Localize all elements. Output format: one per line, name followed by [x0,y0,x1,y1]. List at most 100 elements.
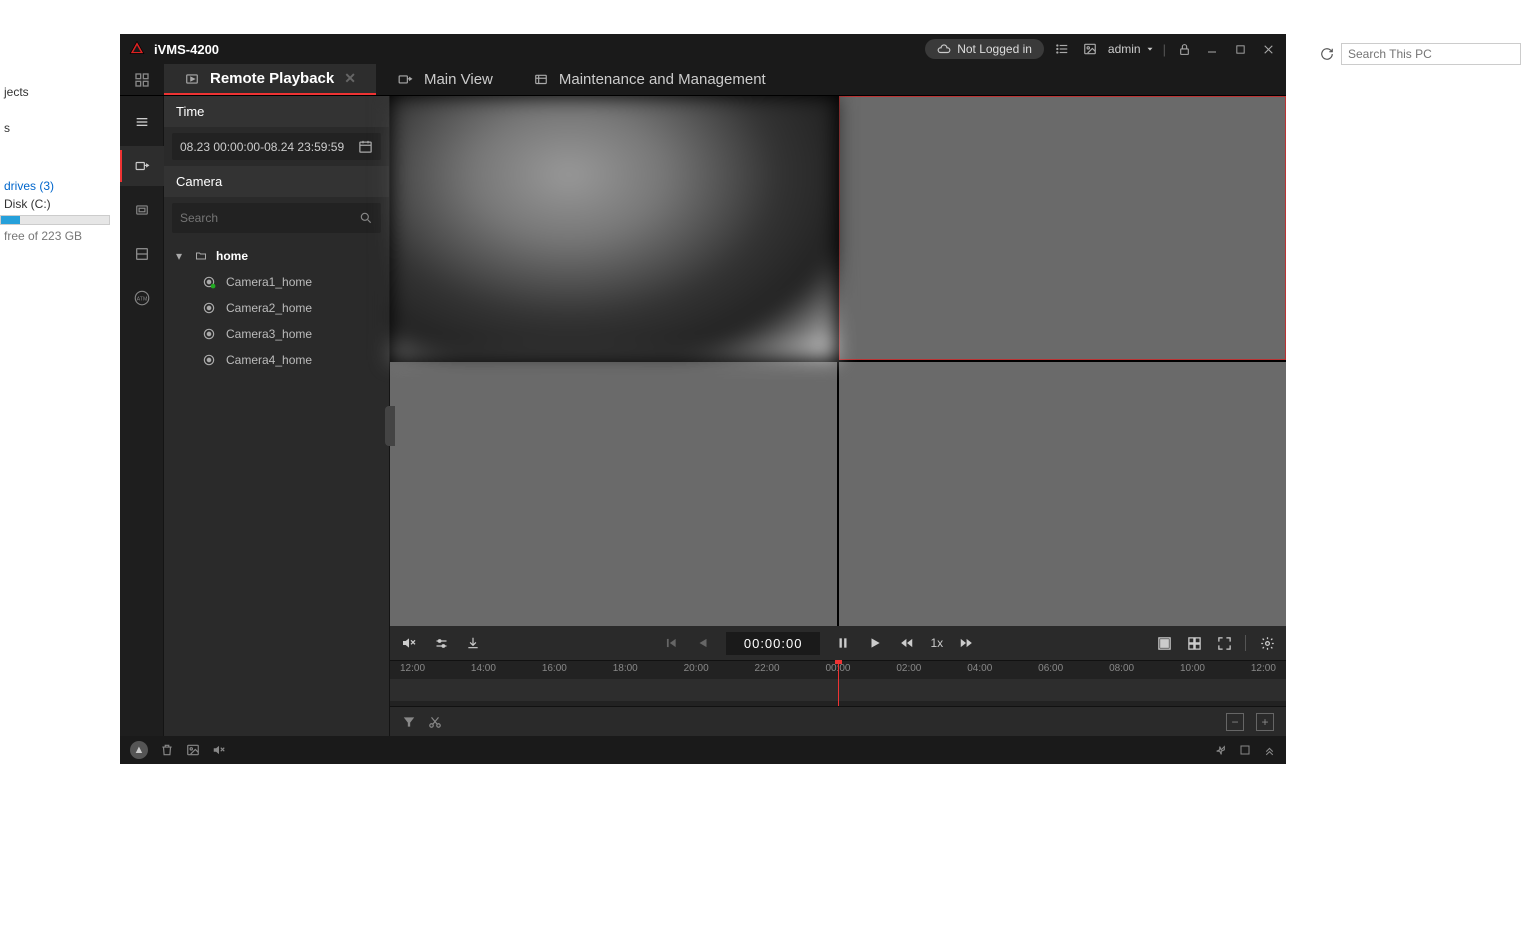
tab-label: Remote Playback [210,70,334,87]
clip-icon[interactable] [428,715,442,729]
tab-bar: Remote Playback ✕ Main View Maintenance … [120,64,1286,96]
ivms-app-window: iVMS-4200 Not Logged in admin | [120,34,1286,764]
left-rail: ATM [120,96,164,736]
camera-icon [202,275,216,289]
login-status-pill[interactable]: Not Logged in [925,39,1044,59]
speed-label[interactable]: 1x [930,636,943,650]
fullscreen-icon[interactable] [1215,634,1233,652]
camera-tree: ▾ home Camera1_home Camera2_home Camera3_h… [164,239,389,377]
timecode-display: 00:00:00 [726,632,821,655]
timeline-tick: 06:00 [1038,663,1063,674]
titlebar: iVMS-4200 Not Logged in admin | [120,34,1286,64]
video-pane-4[interactable] [839,362,1286,626]
download-icon[interactable] [464,634,482,652]
timeline-tick: 22:00 [755,663,780,674]
timeline-cursor[interactable] [838,661,839,706]
rail-atm-icon[interactable]: ATM [120,278,164,318]
camera-section-title: Camera [164,166,389,197]
grid-view-icon[interactable] [1185,634,1203,652]
zoom-out-icon[interactable]: − [1226,713,1244,731]
collapse-icon[interactable] [1263,744,1276,757]
trash-icon[interactable] [160,743,174,757]
apps-grid-icon[interactable] [120,64,164,95]
window-icon[interactable] [1239,744,1251,756]
tab-maintenance[interactable]: Maintenance and Management [513,64,786,95]
play-icon[interactable] [866,634,884,652]
explorer-search-input[interactable] [1341,43,1521,65]
alert-icon[interactable]: ▲ [130,741,148,759]
timeline-tick: 04:00 [967,663,992,674]
video-pane-1[interactable] [390,96,837,360]
explorer-item[interactable]: s [0,119,120,137]
rewind-icon[interactable] [898,634,916,652]
time-section-title: Time [164,96,389,127]
zoom-in-icon[interactable]: + [1256,713,1274,731]
camera-item[interactable]: Camera3_home [200,321,381,347]
user-menu[interactable]: admin [1108,42,1155,56]
gear-icon[interactable] [1258,634,1276,652]
explorer-remnant: jects s drives (3) Disk (C:) free of 223… [0,28,120,245]
camera-item[interactable]: Camera1_home [200,269,381,295]
tab-close-icon[interactable]: ✕ [344,70,356,87]
app-logo-icon [128,40,146,58]
explorer-toolbar [1319,40,1531,68]
rail-storage-icon[interactable] [120,234,164,274]
minimize-icon[interactable] [1202,39,1222,59]
timeline-tick: 12:00 [400,663,425,674]
play-reverse-icon[interactable] [694,634,712,652]
drives-header[interactable]: drives (3) [0,177,120,195]
pin-icon[interactable] [1214,744,1227,757]
list-icon[interactable] [1052,39,1072,59]
tab-remote-playback[interactable]: Remote Playback ✕ [164,64,376,95]
frame-prev-icon[interactable] [662,634,680,652]
folder-icon [194,250,208,262]
camera-icon [202,353,216,367]
video-pane-2[interactable] [839,96,1286,360]
rail-hamburger-icon[interactable] [120,102,164,142]
lock-icon[interactable] [1174,39,1194,59]
disk-label[interactable]: Disk (C:) [0,195,120,213]
sliders-icon[interactable] [432,634,450,652]
panel-drag-handle[interactable] [385,406,395,446]
camera-label: Camera1_home [226,275,312,289]
search-icon[interactable] [359,211,373,225]
camera-label: Camera3_home [226,327,312,341]
disk-free: free of 223 GB [0,227,120,245]
content-area: 00:00:00 1x [390,96,1286,736]
rail-camera-icon[interactable] [120,146,164,186]
picture-icon[interactable] [186,743,200,757]
camera-label: Camera2_home [226,301,312,315]
tab-main-view[interactable]: Main View [376,64,513,95]
pause-icon[interactable] [834,634,852,652]
refresh-icon[interactable] [1319,46,1335,62]
time-range-row: 08.23 00:00:00-08.24 23:59:59 [172,133,381,160]
timeline-toolbar: − + [390,706,1286,736]
image-icon[interactable] [1080,39,1100,59]
playback-controls: 00:00:00 1x [390,626,1286,660]
camera-icon [202,327,216,341]
video-pane-3[interactable] [390,362,837,626]
login-status-text: Not Logged in [957,42,1032,56]
camera-item[interactable]: Camera4_home [200,347,381,373]
rail-event-icon[interactable] [120,190,164,230]
camera-label: Camera4_home [226,353,312,367]
calendar-icon[interactable] [358,139,373,154]
camera-item[interactable]: Camera2_home [200,295,381,321]
timeline-tick: 14:00 [471,663,496,674]
sound-off-icon[interactable] [212,743,226,757]
explorer-item[interactable]: jects [0,83,120,101]
fastforward-icon[interactable] [957,634,975,652]
mute-icon[interactable] [400,634,418,652]
filter-icon[interactable] [402,715,416,729]
close-icon[interactable] [1258,39,1278,59]
timeline[interactable]: 12:0014:0016:0018:0020:0022:0000:0002:00… [390,660,1286,706]
camera-search-input[interactable] [180,211,359,225]
single-view-icon[interactable] [1155,634,1173,652]
camera-icon [202,301,216,315]
timeline-tick: 16:00 [542,663,567,674]
timeline-tick: 10:00 [1180,663,1205,674]
timeline-tick: 20:00 [684,663,709,674]
tree-node-home[interactable]: ▾ home [172,243,381,269]
time-range-text: 08.23 00:00:00-08.24 23:59:59 [180,140,350,154]
maximize-icon[interactable] [1230,39,1250,59]
